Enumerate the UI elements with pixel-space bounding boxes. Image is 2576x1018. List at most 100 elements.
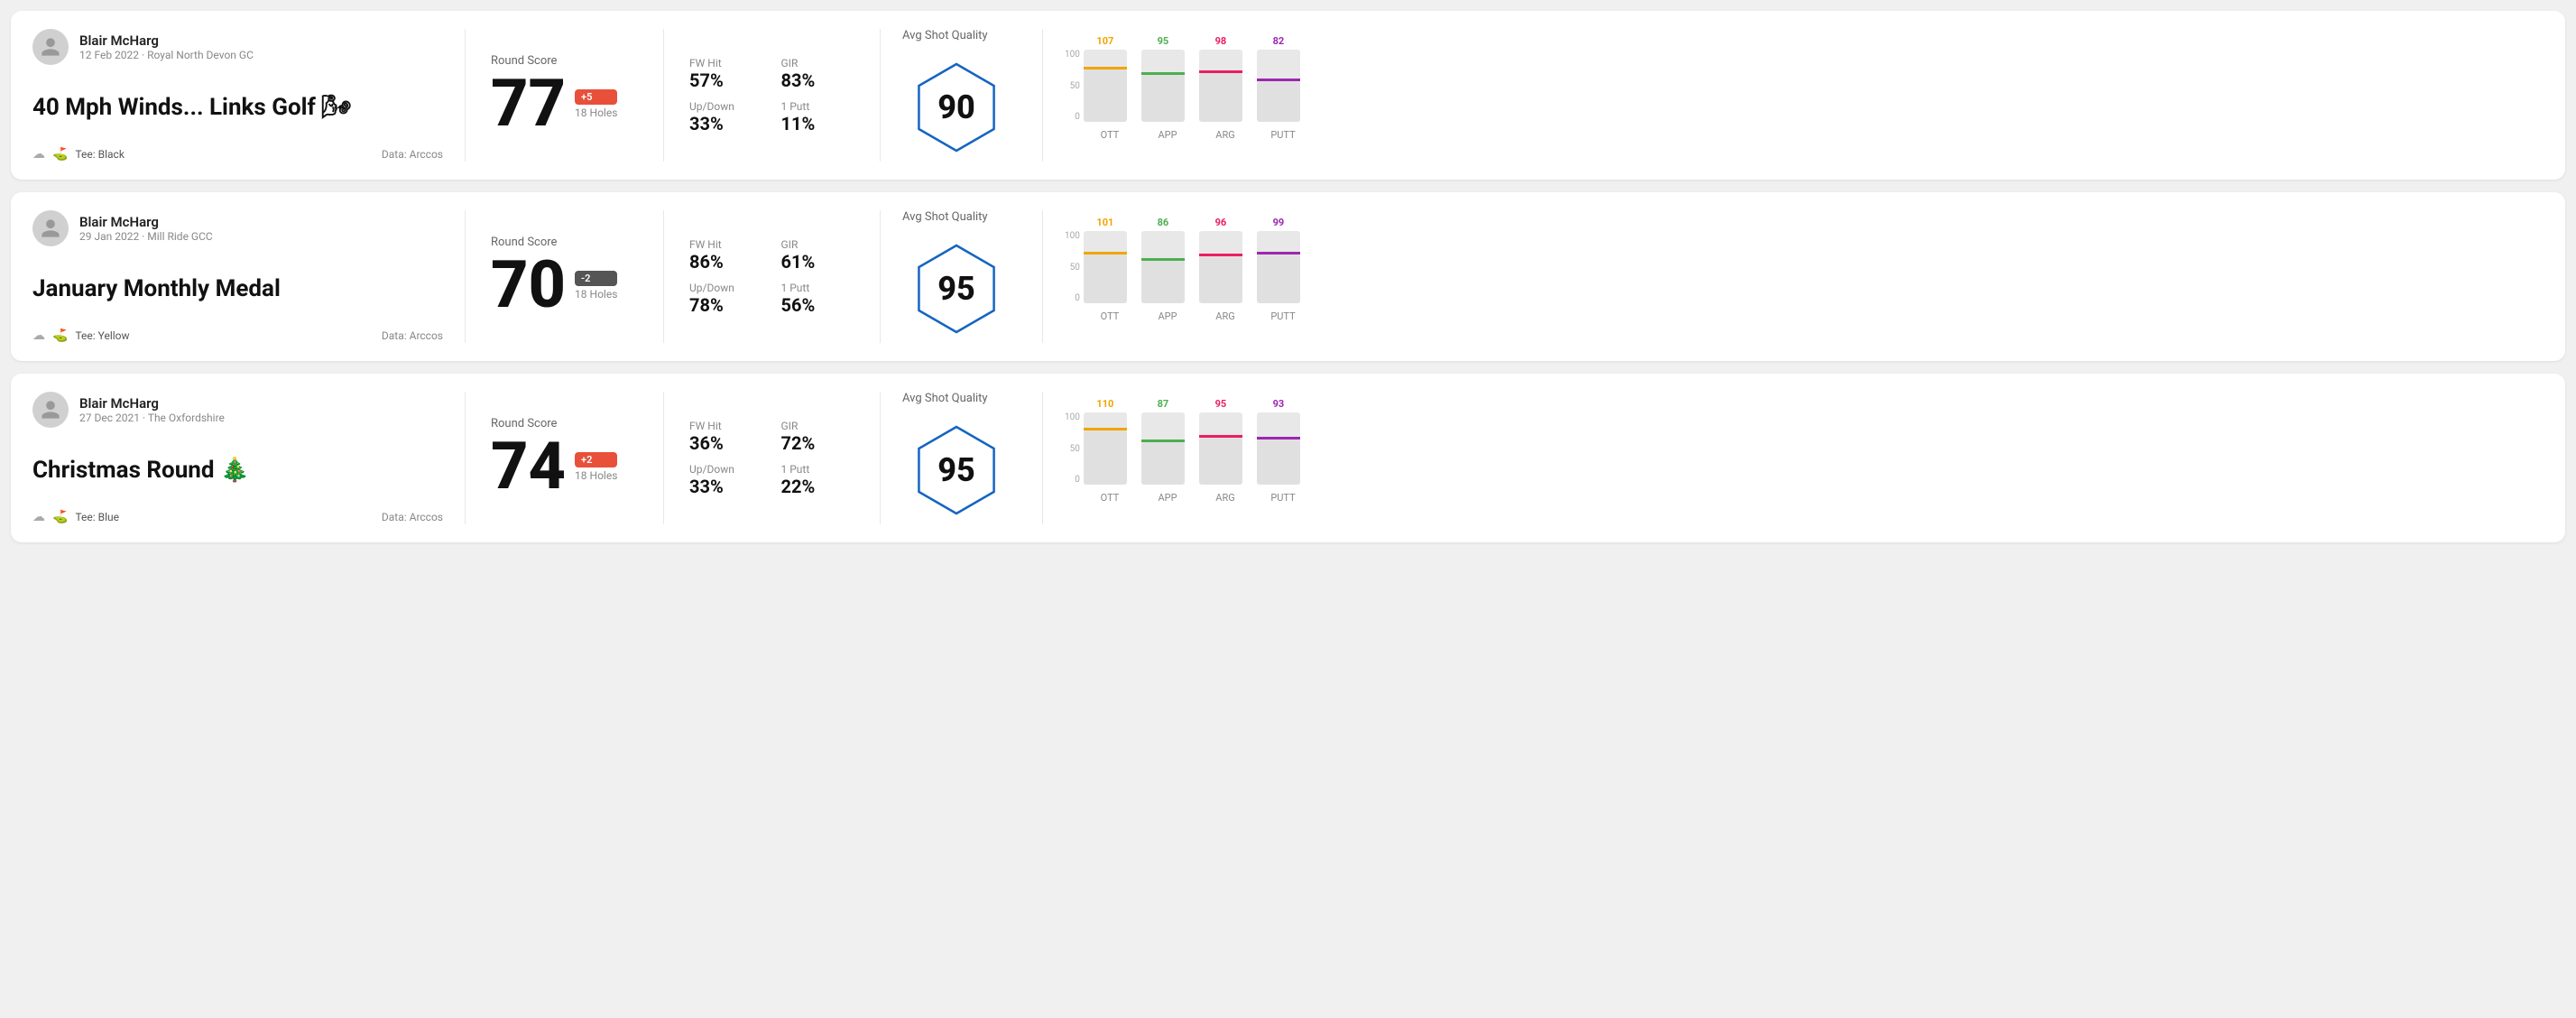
bars-container: 107959882 — [1084, 50, 1300, 122]
stat-updown-value: 78% — [689, 294, 763, 316]
stat-one-putt-value: 56% — [781, 294, 855, 316]
bar-fill-putt — [1257, 255, 1300, 303]
avg-shot-quality-label: Avg Shot Quality — [902, 392, 988, 405]
stat-one-putt-value: 11% — [781, 113, 855, 134]
bar-fill-putt — [1257, 440, 1300, 485]
x-label-ott: OTT — [1088, 492, 1131, 504]
stat-updown: Up/Down78% — [689, 282, 763, 316]
stat-gir-value: 61% — [781, 251, 855, 273]
user-meta: 12 Feb 2022 · Royal North Devon GC — [79, 49, 254, 61]
bars-container: 101869699 — [1084, 231, 1300, 303]
x-label-ott: OTT — [1088, 129, 1131, 141]
round-card: Blair McHarg12 Feb 2022 · Royal North De… — [11, 11, 2565, 180]
stats-section: FW Hit36%GIR72%Up/Down33%1 Putt22% — [664, 392, 881, 524]
bar-line-putt — [1257, 437, 1300, 440]
y-axis-label: 50 — [1065, 444, 1080, 454]
score-badge-group: +518 Holes — [575, 89, 617, 119]
bar-group-app: 86 — [1141, 231, 1185, 303]
stats-section: FW Hit86% GIR61% Up/Down78% 1 Putt56% — [664, 210, 881, 343]
chart-section: 100500101869699OTTAPPARGPUTT — [1043, 210, 2544, 343]
x-label-app: APP — [1146, 492, 1189, 504]
x-label-arg: ARG — [1204, 492, 1247, 504]
bar-value-putt: 99 — [1273, 217, 1285, 228]
stats-section: FW Hit57%GIR83%Up/Down33%1 Putt11% — [664, 29, 881, 162]
hexagon-container: 90 — [902, 53, 1011, 162]
score-number: 74 — [491, 434, 566, 499]
score-diff-badge: +5 — [575, 89, 617, 105]
x-label-app: APP — [1146, 129, 1189, 141]
stat-updown: Up/Down33% — [689, 100, 763, 134]
stats-grid: FW Hit36%GIR72%Up/Down33%1 Putt22% — [689, 420, 854, 497]
weather-icon: ☁ — [32, 329, 45, 343]
bar-wrapper-arg — [1199, 412, 1242, 485]
bag-icon: ⛳ — [52, 329, 68, 343]
bar-fill-ott — [1084, 255, 1127, 303]
user-text: Blair McHarg27 Dec 2021 · The Oxfordshir… — [79, 395, 225, 424]
y-axis-label: 0 — [1065, 112, 1080, 122]
x-label-putt: PUTT — [1261, 310, 1305, 322]
user-name: Blair McHarg — [79, 214, 213, 230]
user-info: Blair McHarg27 Dec 2021 · The Oxfordshir… — [32, 392, 443, 428]
avg-shot-quality-label: Avg Shot Quality — [902, 210, 988, 224]
bar-chart-container: 100500 110879593 OTT APP ARG PUTT — [1065, 412, 2525, 504]
data-source: Data: Arccos — [382, 148, 443, 161]
stat-gir-label: GIR — [781, 238, 855, 251]
bar-value-ott: 110 — [1096, 398, 1113, 410]
stat-one-putt-label: 1 Putt — [781, 463, 855, 476]
bar-wrapper-app — [1141, 50, 1185, 122]
score-number: 70 — [491, 253, 566, 318]
bar-group-ott: 101 — [1084, 231, 1127, 303]
bar-group-arg: 98 — [1199, 50, 1242, 122]
bar-group-putt: 82 — [1257, 50, 1300, 122]
x-label-putt: PUTT — [1261, 129, 1305, 141]
bar-line-ott — [1084, 428, 1127, 430]
x-labels: OTT APP ARG PUTT — [1065, 129, 2525, 141]
y-axis: 100500 — [1065, 412, 1080, 485]
x-label-putt: PUTT — [1261, 492, 1305, 504]
bar-group-putt: 93 — [1257, 412, 1300, 485]
bar-line-app — [1141, 440, 1185, 442]
bar-line-arg — [1199, 70, 1242, 73]
bar-line-app — [1141, 258, 1185, 261]
bar-wrapper-putt — [1257, 50, 1300, 122]
stat-one-putt-value: 22% — [781, 476, 855, 497]
bar-line-app — [1141, 72, 1185, 75]
stat-one-putt-label: 1 Putt — [781, 100, 855, 113]
bar-fill-app — [1141, 75, 1185, 122]
round-title: Christmas Round 🎄 — [32, 457, 443, 484]
bar-line-arg — [1199, 254, 1242, 256]
weather-icon: ☁ — [32, 510, 45, 524]
bar-value-arg: 95 — [1215, 398, 1227, 410]
stat-one-putt: 1 Putt22% — [781, 463, 855, 497]
stat-updown-value: 33% — [689, 476, 763, 497]
bar-wrapper-ott — [1084, 412, 1127, 485]
chart-section: 100500 110879593 OTT APP ARG PUTT — [1043, 392, 2544, 524]
tee-info: ☁ ⛳ Tee: Yellow — [32, 329, 130, 343]
bar-chart-container: 100500107959882OTTAPPARGPUTT — [1065, 50, 2525, 141]
stat-gir: GIR61% — [781, 238, 855, 273]
bar-fill-app — [1141, 261, 1185, 303]
holes-label: 18 Holes — [575, 106, 617, 119]
chart-with-axis: 100500107959882 — [1065, 50, 2525, 122]
x-labels: OTT APP ARG PUTT — [1065, 492, 2525, 504]
round-title: January Monthly Medal — [32, 275, 443, 302]
score-badge-group: +218 Holes — [575, 452, 617, 482]
user-name: Blair McHarg — [79, 395, 225, 412]
x-label-arg: ARG — [1204, 129, 1247, 141]
x-labels: OTTAPPARGPUTT — [1065, 310, 2525, 322]
user-text: Blair McHarg12 Feb 2022 · Royal North De… — [79, 32, 254, 61]
bag-icon: ⛳ — [52, 510, 68, 524]
bar-line-arg — [1199, 435, 1242, 438]
bars-container: 110879593 — [1084, 412, 1300, 485]
bar-value-app: 95 — [1158, 35, 1169, 47]
tee-info: ☁ ⛳ Tee: Blue — [32, 510, 119, 524]
stat-one-putt: 1 Putt56% — [781, 282, 855, 316]
bottom-info: ☁ ⛳ Tee: Yellow Data: Arccos — [32, 329, 443, 343]
bar-fill-putt — [1257, 81, 1300, 122]
bar-value-ott: 107 — [1096, 35, 1113, 47]
stat-fw-hit: FW Hit86% — [689, 238, 763, 273]
chart-with-axis: 100500 110879593 — [1065, 412, 2525, 485]
user-name: Blair McHarg — [79, 32, 254, 49]
stat-updown-label: Up/Down — [689, 463, 763, 476]
round-left-section: Blair McHarg27 Dec 2021 · The Oxfordshir… — [32, 392, 466, 524]
